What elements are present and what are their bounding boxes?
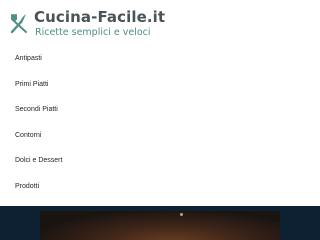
nav-item-dolci-e-dessert[interactable]: Dolci e Dessert — [0, 148, 320, 174]
photo-highlight — [180, 213, 183, 216]
nav-item-antipasti[interactable]: Antipasti — [0, 46, 320, 72]
nav-item-prodotti[interactable]: Prodotti — [0, 174, 320, 200]
hero-banner — [0, 206, 320, 240]
site-tagline: Ricette semplici e veloci — [35, 27, 151, 38]
site-header: Cucina-Facile.it Ricette semplici e velo… — [0, 0, 320, 46]
site-title[interactable]: Cucina-Facile.it — [34, 8, 165, 26]
nav-item-primi-piatti[interactable]: Primi Piatti — [0, 72, 320, 98]
food-photo[interactable] — [40, 211, 280, 240]
fork-knife-icon[interactable] — [8, 12, 30, 34]
nav-item-secondi-piatti[interactable]: Secondi Piatti — [0, 97, 320, 123]
main-nav: Antipasti Primi Piatti Secondi Piatti Co… — [0, 46, 320, 200]
nav-item-contorni[interactable]: Contorni — [0, 123, 320, 149]
